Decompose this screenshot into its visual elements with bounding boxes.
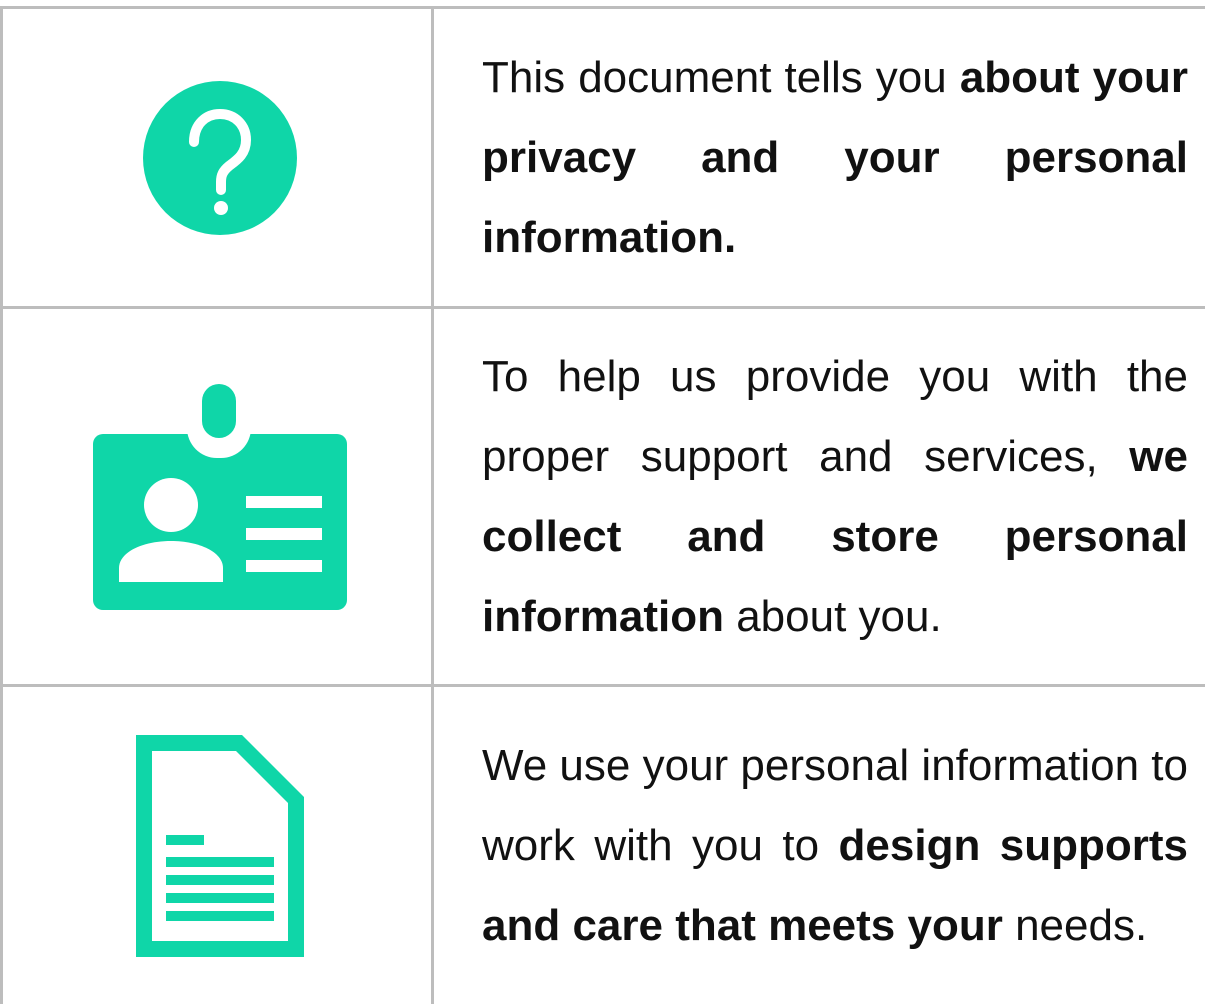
text-segment: about you. — [723, 591, 942, 641]
text-segment: This document tells you — [482, 52, 960, 102]
table-row-privacy: This document tells you about your priva… — [0, 9, 1205, 306]
info-table: This document tells you about your priva… — [0, 0, 1205, 1004]
table-row-collection: To help us provide you with the proper s… — [0, 309, 1205, 684]
id-badge-icon — [93, 383, 347, 610]
icon-cell — [10, 9, 430, 306]
row-text: To help us provide you with the proper s… — [482, 337, 1188, 657]
text-segment: To help us provide you with the proper s… — [482, 351, 1188, 481]
document-icon — [136, 734, 304, 957]
icon-cell — [10, 687, 430, 1004]
text-cell: To help us provide you with the proper s… — [482, 309, 1188, 684]
text-segment: needs. — [1002, 900, 1148, 950]
table-row-usage: We use your personal information to work… — [0, 687, 1205, 1004]
icon-cell — [10, 309, 430, 684]
row-text: We use your personal information to work… — [482, 726, 1188, 966]
text-cell: We use your personal information to work… — [482, 687, 1188, 1004]
text-cell: This document tells you about your priva… — [482, 9, 1188, 306]
row-text: This document tells you about your priva… — [482, 38, 1188, 278]
question-mark-circle-icon — [143, 80, 297, 235]
